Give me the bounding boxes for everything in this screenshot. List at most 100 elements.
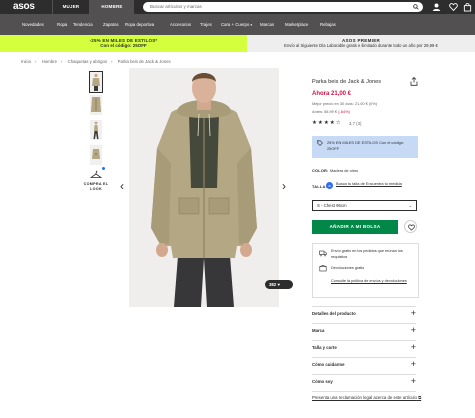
thumbnail-3[interactable]: [90, 120, 102, 140]
legal-report-link[interactable]: Presenta una reclamación legal acerca de…: [312, 394, 422, 401]
accordion-product-details[interactable]: Detalles del producto +: [312, 308, 416, 321]
promo-banner-discount[interactable]: -25% EN MILES DE ESTILOS* Con el código:…: [0, 35, 247, 52]
breadcrumb-inicio[interactable]: Inicio: [21, 59, 31, 64]
accordion-size-fit[interactable]: Talla y corte +: [312, 342, 416, 355]
breadcrumb-current: Parka beis de Jack & Jones: [117, 59, 171, 64]
promo-code-text: 25% EN MILES DE ESTILOS Con el código: 2…: [327, 140, 404, 151]
new-indicator-dot: [102, 167, 105, 170]
current-price: Ahora 21,00 €: [312, 91, 352, 97]
nav-item-cara-cuerpo[interactable]: Cara + Cuerpo▾: [221, 14, 252, 35]
accordion-label: Detalles del producto: [312, 311, 356, 316]
premier-text: Envío al Siguiente Día Laborable gratis …: [284, 43, 438, 48]
prev-image-arrow[interactable]: ‹: [120, 180, 124, 192]
next-image-arrow[interactable]: ›: [282, 180, 286, 192]
nav-item-novedades[interactable]: Novedades: [22, 14, 44, 35]
plus-icon: +: [410, 325, 416, 335]
was-price-value: Antes: 58,99 €: [312, 109, 338, 114]
heart-icon: [408, 224, 415, 231]
rating-value[interactable]: 3,7 (3): [349, 121, 361, 126]
heart-icon[interactable]: [449, 2, 458, 12]
shipping-policy-link[interactable]: Consulte la política de envíos y devoluc…: [331, 278, 415, 284]
size-guide-link[interactable]: Busca tu talla de Encuentra tu medida: [336, 181, 416, 187]
discount-percent: (-64%): [338, 109, 350, 114]
accordion-care[interactable]: Cómo cuidarme +: [312, 359, 416, 372]
breadcrumb-separator: ›: [111, 59, 113, 64]
accordion-brand[interactable]: Marca +: [312, 325, 416, 338]
thumbnail-1[interactable]: [89, 71, 103, 93]
add-to-bag-button[interactable]: AÑADIR A MI BOLSA: [312, 220, 398, 234]
share-icon[interactable]: [410, 77, 418, 86]
plus-icon: +: [410, 376, 416, 386]
breadcrumb-separator: ›: [35, 59, 37, 64]
legal-report-text: Presenta una reclamación legal acerca de…: [312, 395, 417, 400]
top-header: asos MUJER HOMBRE Buscar artículos y mar…: [0, 0, 475, 14]
return-icon: [319, 265, 327, 272]
nav-item-rebajas[interactable]: Rebajas: [320, 14, 336, 35]
was-price: Antes: 58,99 € (-64%): [312, 109, 350, 114]
nav-item-tendencia[interactable]: Tendencia: [73, 14, 93, 35]
nav-item-zapatos[interactable]: Zapatos: [103, 14, 119, 35]
tab-mujer[interactable]: MUJER: [52, 0, 90, 14]
bag-icon[interactable]: [463, 2, 472, 12]
external-link-icon: ⧉: [418, 395, 422, 400]
plus-icon: +: [410, 308, 416, 318]
accordion-label: Talla y corte: [312, 345, 337, 350]
promo-banner-premier[interactable]: ASOS PREMIER Envío al Siguiente Día Labo…: [247, 35, 475, 52]
user-icon[interactable]: [432, 2, 441, 12]
likes-counter[interactable]: 382 ♥: [265, 280, 293, 289]
hanger-icon[interactable]: [90, 170, 102, 179]
main-nav: Novedades Ropa Tendencia Zapatos Ropa de…: [0, 14, 475, 35]
divider: [312, 340, 416, 341]
product-title: Parka beis de Jack & Jones: [312, 79, 382, 85]
shop-the-look-label[interactable]: COMPRA EL LOOK: [80, 182, 112, 192]
size-selected-value: S - Chest 96cm: [317, 203, 347, 208]
chevron-down-icon: ⌄: [408, 203, 412, 208]
size-label: TALLA:: [312, 184, 327, 189]
nav-item-ropa[interactable]: Ropa: [57, 14, 67, 35]
tag-icon: [317, 140, 323, 146]
save-for-later-button[interactable]: [404, 220, 417, 233]
accordion-label: Cómo cuidarme: [312, 362, 345, 367]
accordion-label: Marca: [312, 328, 325, 333]
divider: [312, 374, 416, 375]
asos-logo[interactable]: asos: [13, 1, 35, 12]
divider: [312, 391, 416, 392]
search-placeholder: Buscar artículos y marcas: [150, 4, 202, 9]
divider: [312, 306, 416, 307]
heart-filled-icon: ♥: [277, 282, 280, 287]
size-select[interactable]: S - Chest 96cm ⌄: [312, 200, 417, 211]
nav-item-marcas[interactable]: Marcas: [260, 14, 274, 35]
nav-item-ropa-deportiva[interactable]: Ropa deportiva: [125, 14, 154, 35]
search-icon[interactable]: [413, 4, 419, 10]
lowest-price-note: Mejor precio en 30 días: 21,00 € (0%): [312, 101, 378, 106]
nav-item-trajes[interactable]: Trajes: [200, 14, 212, 35]
fit-assistant-icon[interactable]: a: [326, 182, 333, 189]
nav-label: Cara + Cuerpo: [221, 22, 250, 27]
breadcrumb-chaquetas[interactable]: Chaquetas y abrigos: [68, 59, 107, 64]
promo-code-box: 25% EN MILES DE ESTILOS Con el código: 2…: [312, 136, 418, 158]
search-input[interactable]: Buscar artículos y marcas: [143, 2, 423, 12]
color-value: Madera de olmo: [330, 168, 359, 173]
plus-icon: +: [410, 359, 416, 369]
likes-count: 382: [269, 282, 277, 287]
star-rating[interactable]: ★★★★☆: [312, 120, 342, 126]
thumbnail-4[interactable]: [90, 145, 102, 165]
free-shipping-text: Envío gratis en los pedidos que reúnan l…: [331, 249, 403, 259]
color-label: COLOR:: [312, 168, 329, 173]
breadcrumb-hombre[interactable]: Hombre: [42, 59, 57, 64]
accordion-about-me[interactable]: Cómo soy +: [312, 376, 416, 389]
nav-item-accesorios[interactable]: Accesorios: [170, 14, 191, 35]
breadcrumb: Inicio › Hombre › Chaquetas y abrigos › Par…: [21, 59, 171, 64]
chevron-down-icon: ▾: [250, 23, 253, 27]
shipping-info-box: Envío gratis en los pedidos que reúnan l…: [312, 243, 419, 298]
plus-icon: +: [410, 342, 416, 352]
divider: [312, 323, 416, 324]
thumbnail-2[interactable]: [90, 95, 102, 115]
tab-hombre[interactable]: HOMBRE: [90, 0, 134, 14]
promo-code: Con el código: 25OFF: [100, 43, 147, 48]
breadcrumb-separator: ›: [60, 59, 63, 64]
nav-item-marketplace[interactable]: Marketplace: [285, 14, 308, 35]
divider: [312, 357, 416, 358]
truck-icon: [319, 250, 327, 257]
product-main-image[interactable]: [129, 68, 279, 307]
